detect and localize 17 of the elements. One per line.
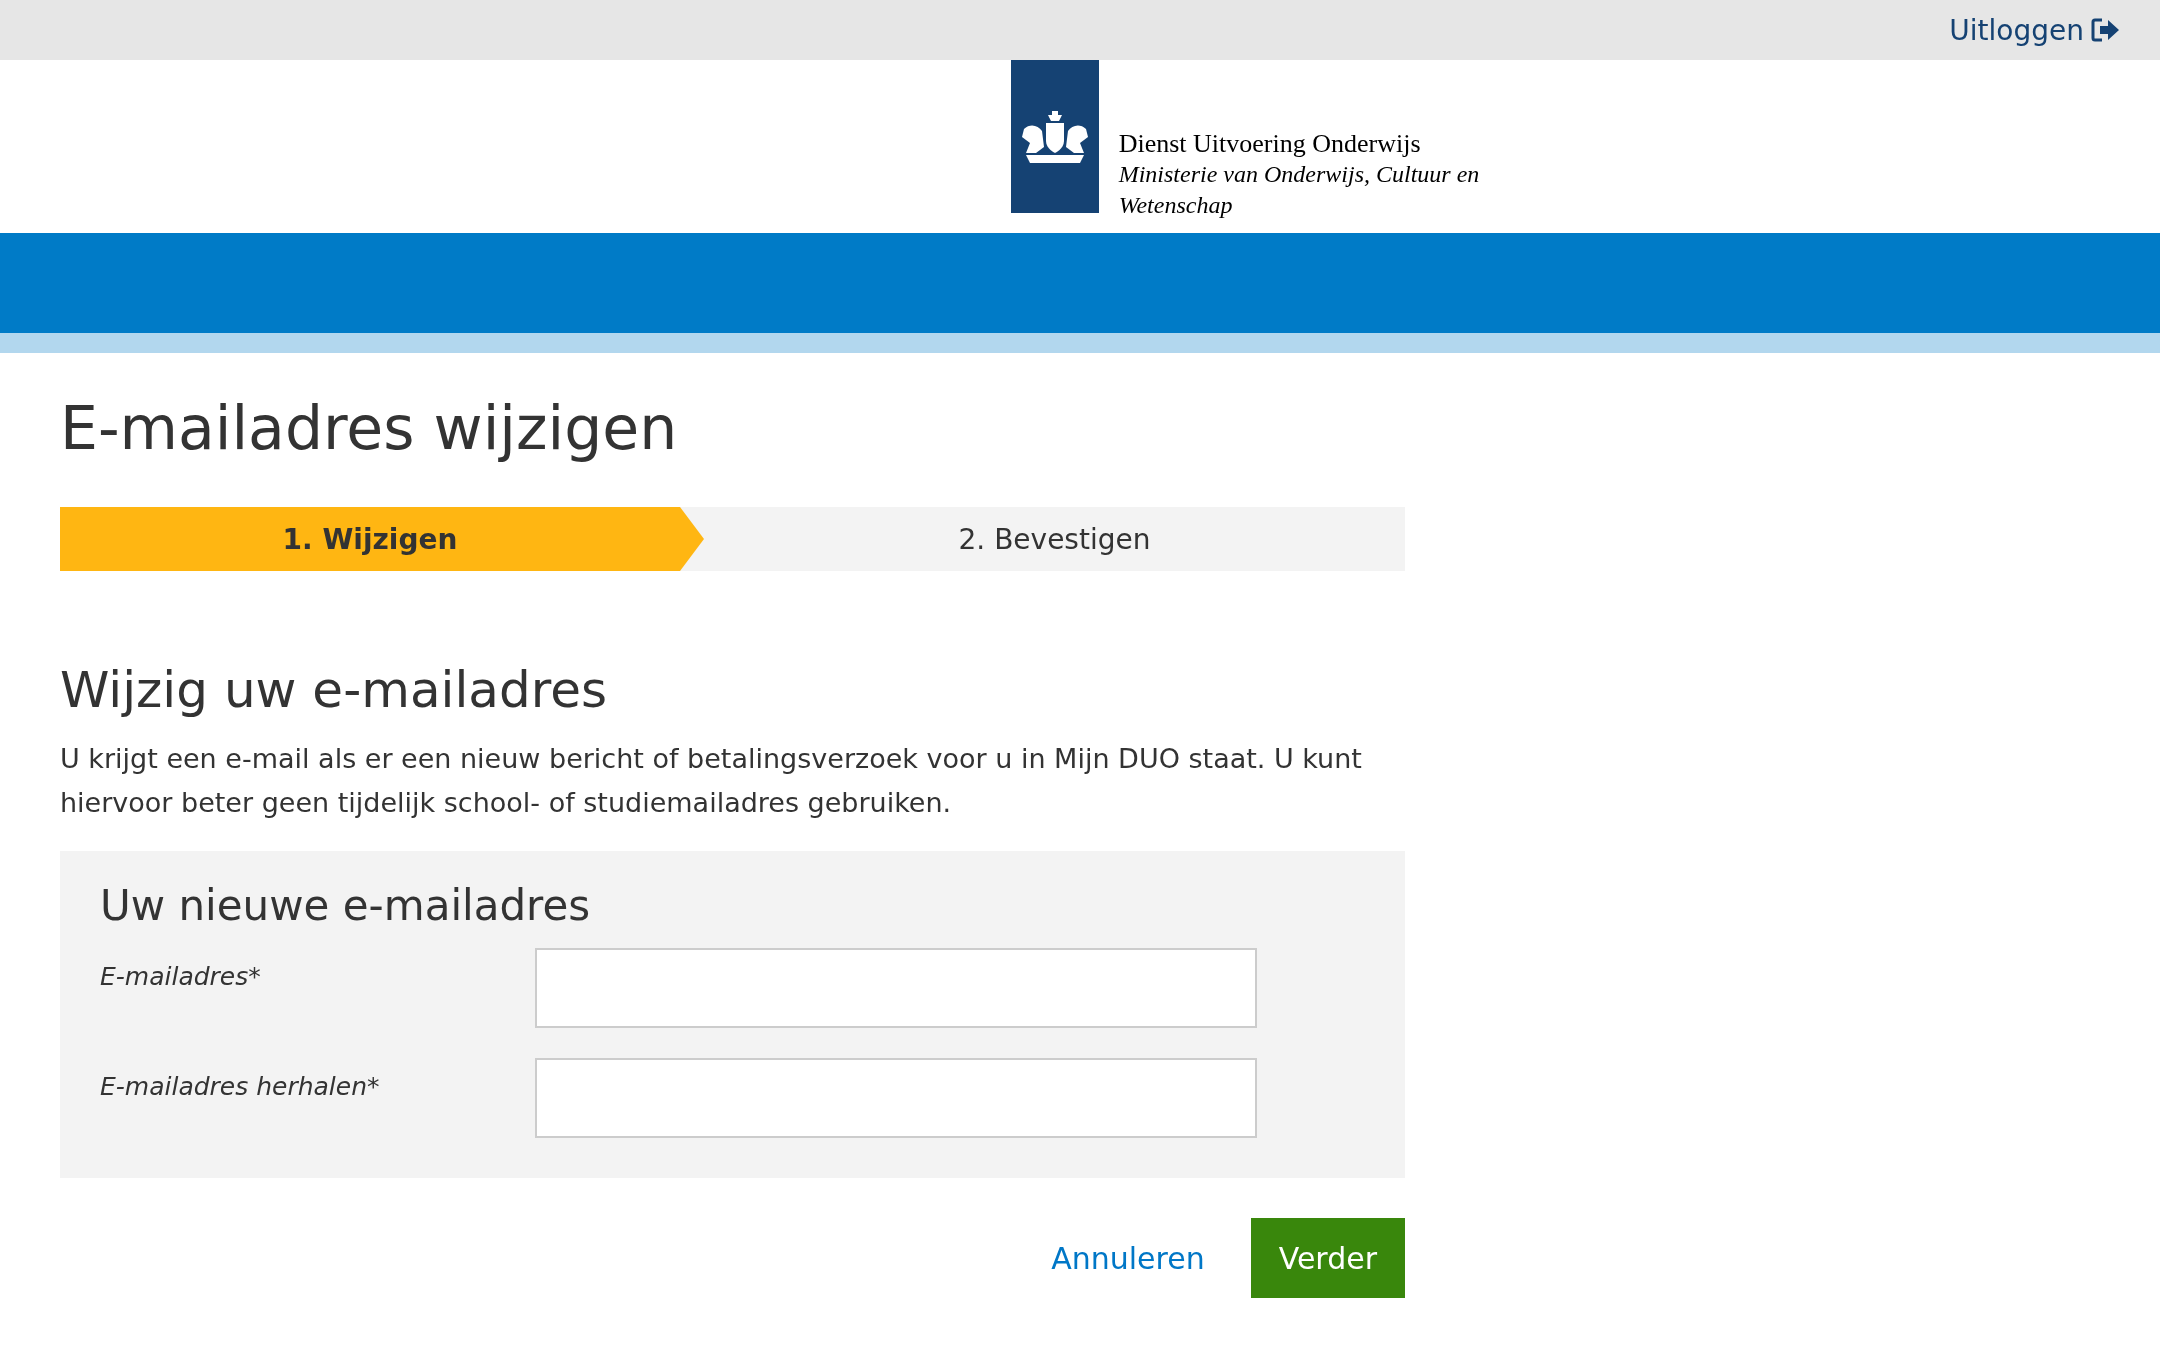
ministry-name: Wetenschap bbox=[1118, 191, 1234, 220]
page-title: E-mailadres wijzigen bbox=[60, 393, 679, 463]
step: 2. Bevestigen bbox=[704, 507, 1405, 571]
cancel-link[interactable]: Annuleren bbox=[1051, 1240, 1205, 1276]
intro-text: U krijgt een e-mail als er een nieuw bericht of betalingsverzoek voor u in Mijn DUO staat. U kunt hiervoor beter geen tijdelijk school- of studiemailadres gebruiken. bbox=[60, 742, 1363, 820]
next-button[interactable]: Verder bbox=[1250, 1218, 1405, 1298]
email-field[interactable] bbox=[535, 1058, 1257, 1138]
email-field[interactable] bbox=[535, 948, 1257, 1028]
ministry-name: Ministerie van Onderwijs, Cultuur en bbox=[1118, 160, 1480, 189]
logout-icon bbox=[2090, 17, 2120, 43]
section-title: Wijzig uw e-mailadres bbox=[60, 661, 608, 719]
field-label: E-mailadres* bbox=[100, 961, 262, 991]
organisation-name: Dienst Uitvoering Onderwijs bbox=[1118, 128, 1422, 159]
logout-link[interactable]: Uitloggen bbox=[1949, 13, 2120, 47]
field-label: E-mailadres herhalen* bbox=[100, 1071, 381, 1101]
step: 1. Wijzigen bbox=[60, 507, 704, 571]
form-title: Uw nieuwe e-mailadres bbox=[100, 881, 592, 930]
